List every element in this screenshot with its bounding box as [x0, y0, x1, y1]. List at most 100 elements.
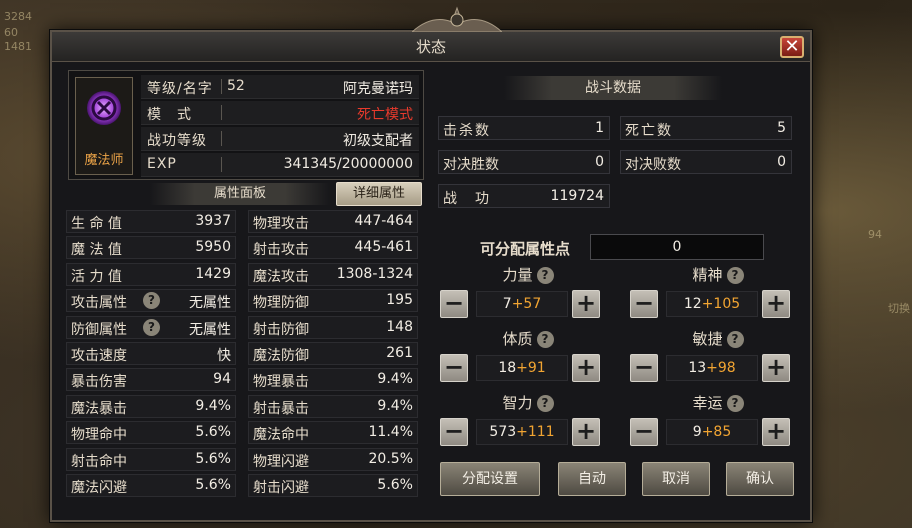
stat-row: 魔法攻击 1308-1324	[248, 262, 418, 286]
deaths-stat: 死亡数 5	[620, 116, 792, 140]
help-icon[interactable]: ?	[143, 318, 160, 336]
stat-value: 快	[217, 348, 231, 364]
attr-bonus: +57	[511, 296, 542, 312]
profile-row-label: EXP	[147, 156, 177, 172]
help-icon[interactable]: ?	[143, 292, 160, 310]
stat-label: 魔法暴击	[71, 400, 127, 417]
stat-label: 射击命中	[71, 453, 127, 470]
decrease-button[interactable]: −	[630, 418, 658, 446]
help-icon[interactable]: ?	[726, 331, 744, 348]
help-icon[interactable]: ?	[726, 395, 744, 412]
stat-value: 无属性	[189, 295, 231, 312]
stat-value: 9.4%	[195, 397, 231, 414]
stat-value: 94	[213, 371, 231, 388]
attr-bonus: +98	[706, 360, 736, 376]
duel-wins-label: 对决胜数	[443, 157, 499, 173]
increase-button[interactable]: +	[572, 418, 600, 446]
stat-row: 攻击速度 快	[66, 342, 236, 365]
duel-wins-value: 0	[595, 154, 604, 170]
help-icon[interactable]: ?	[536, 331, 554, 348]
attr-base: 9	[692, 424, 702, 440]
attr-base: 13	[688, 360, 707, 376]
attr-name: 体质?	[468, 328, 588, 349]
stat-value: 447-464	[354, 213, 414, 229]
stat-row: 物理攻击 447-464	[248, 210, 418, 233]
close-icon: ✕	[784, 36, 800, 57]
attr-name-text: 敏捷	[692, 330, 723, 348]
stat-value: 1429	[195, 265, 231, 282]
attr-name: 敏捷?	[658, 328, 778, 349]
attr-base: 7	[502, 296, 512, 312]
help-icon[interactable]: ?	[536, 267, 554, 284]
attr-bonus: +111	[516, 424, 555, 440]
stat-value: 11.4%	[368, 424, 413, 441]
deaths-label: 死亡数	[625, 123, 673, 139]
merit-value: 119724	[550, 188, 604, 204]
stat-value: 5.6%	[377, 477, 413, 493]
cancel-button[interactable]: 取消	[642, 462, 710, 496]
mage-emblem-icon	[87, 91, 121, 125]
stat-value: 20.5%	[368, 450, 413, 467]
stat-value: 9.4%	[377, 397, 413, 414]
attr-value: 13+98	[666, 355, 758, 381]
help-icon[interactable]: ?	[726, 267, 744, 284]
attr-name-text: 力量	[502, 266, 533, 284]
merit-stat: 战 功 119724	[438, 184, 610, 208]
profile-row-exp: EXP 341345/20000000	[141, 153, 419, 177]
kills-stat: 击杀数 1	[438, 116, 610, 140]
stat-label: 活 力 值	[71, 268, 122, 285]
stat-label: 物理命中	[71, 427, 127, 444]
increase-button[interactable]: +	[762, 290, 790, 318]
stat-value: 9.4%	[377, 371, 413, 388]
increase-button[interactable]: +	[572, 290, 600, 318]
increase-button[interactable]: +	[572, 354, 600, 382]
decrease-button[interactable]: −	[630, 354, 658, 382]
profile-panel: 魔法师 等级/名字 52 阿克曼诺玛 模 式 死亡模式 战功等级 初级支配者 E…	[68, 70, 424, 180]
stat-label: 攻击属性	[71, 295, 127, 312]
stat-row: 射击暴击 9.4%	[248, 394, 418, 418]
crest-ornament-icon	[412, 6, 502, 33]
stat-value: 5.6%	[195, 477, 231, 493]
stat-label: 射击防御	[253, 321, 309, 338]
confirm-button[interactable]: 确认	[726, 462, 794, 496]
duel-wins-stat: 对决胜数 0	[438, 150, 610, 174]
stat-label: 魔法闪避	[71, 480, 127, 496]
stat-row: 生 命 值 3937	[66, 210, 236, 233]
attr-name: 力量?	[468, 264, 588, 285]
stat-row: 魔法暴击 9.4%	[66, 394, 236, 418]
deaths-value: 5	[777, 120, 786, 136]
allocation-settings-button[interactable]: 分配设置	[440, 462, 540, 496]
stat-row: 活 力 值 1429	[66, 262, 236, 286]
stat-row: 魔法闪避 5.6%	[66, 474, 236, 497]
stat-value: 261	[386, 345, 413, 361]
stat-label: 射击闪避	[253, 480, 309, 496]
tab-attributes[interactable]: 属性面板	[150, 183, 330, 205]
increase-button[interactable]: +	[762, 354, 790, 382]
profile-row-mode: 模 式 死亡模式	[141, 101, 419, 125]
attr-name: 精神?	[658, 264, 778, 285]
stat-value: 5950	[195, 239, 231, 256]
attr-value: 9+85	[666, 419, 758, 445]
decrease-button[interactable]: −	[440, 290, 468, 318]
stat-value: 无属性	[189, 321, 231, 338]
stat-label: 物理防御	[253, 295, 309, 312]
attr-name-text: 幸运	[692, 394, 723, 412]
profile-row-merit-rank: 战功等级 初级支配者	[141, 127, 419, 151]
decrease-button[interactable]: −	[630, 290, 658, 318]
stat-label: 魔 法 值	[71, 242, 122, 259]
attr-name: 幸运?	[658, 392, 778, 413]
attr-value: 12+105	[666, 291, 758, 317]
stat-row: 物理防御 195	[248, 289, 418, 313]
auto-button[interactable]: 自动	[558, 462, 626, 496]
stat-label: 射击攻击	[253, 242, 309, 259]
status-window: 状态 ✕ 魔法师 等级/名字 52 阿克曼诺玛 模 式 死亡模式 战功等级 初级…	[50, 6, 812, 522]
divider	[221, 105, 222, 120]
close-button[interactable]: ✕	[780, 36, 804, 58]
decrease-button[interactable]: −	[440, 418, 468, 446]
increase-button[interactable]: +	[762, 418, 790, 446]
tab-details[interactable]: 详细属性	[336, 182, 422, 206]
decrease-button[interactable]: −	[440, 354, 468, 382]
help-icon[interactable]: ?	[536, 395, 554, 412]
class-portrait: 魔法师	[75, 77, 133, 175]
hud-text: 切换	[888, 302, 910, 315]
